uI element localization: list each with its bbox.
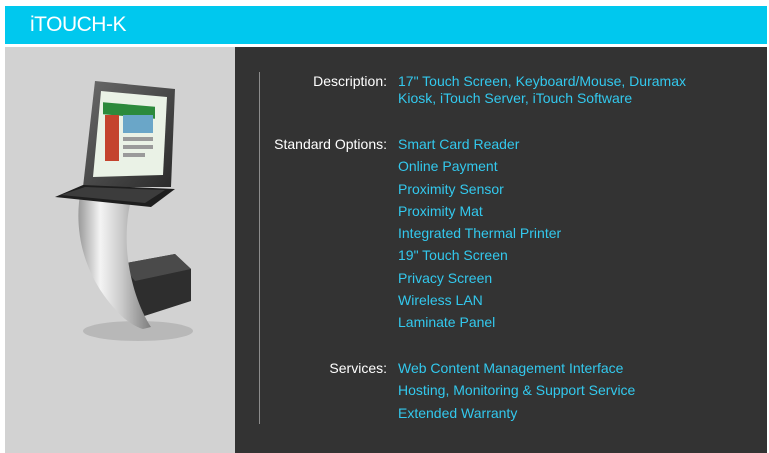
header-bar: iTOUCH-K (5, 6, 767, 44)
product-details-panel: Description: 17" Touch Screen, Keyboard/… (235, 47, 767, 453)
touch-kiosk-illustration-icon (55, 81, 193, 341)
service-extended-warranty: Extended Warranty (398, 404, 518, 421)
description-line: 17" Touch Screen, Keyboard/Mouse, Durama… (398, 73, 686, 89)
option-online-payment: Online Payment (398, 158, 498, 175)
services-list: Web Content Management Interface Hosting… (398, 357, 635, 424)
option-wireless-lan: Wireless LAN (398, 292, 483, 309)
description-text: 17" Touch Screen, Keyboard/Mouse, Durama… (398, 73, 686, 107)
option-laminate-panel: Laminate Panel (398, 314, 496, 331)
vertical-divider (259, 72, 260, 424)
service-web-content-management: Web Content Management Interface (398, 360, 624, 376)
product-image-panel (5, 47, 235, 453)
option-thermal-printer: Integrated Thermal Printer (398, 225, 562, 242)
option-smart-card-reader: Smart Card Reader (398, 136, 520, 152)
option-proximity-sensor: Proximity Sensor (398, 180, 504, 197)
page-title: iTOUCH-K (30, 13, 126, 36)
option-privacy-screen: Privacy Screen (398, 269, 493, 286)
services-label: Services: (329, 360, 387, 376)
service-hosting-monitoring-support: Hosting, Monitoring & Support Service (398, 382, 636, 399)
option-proximity-mat: Proximity Mat (398, 202, 483, 219)
standard-options-list: Smart Card Reader Online Payment Proximi… (398, 133, 561, 334)
option-19-touch-screen: 19" Touch Screen (398, 247, 508, 264)
standard-options-label: Standard Options: (274, 136, 387, 152)
description-label: Description: (313, 73, 387, 89)
description-line: Kiosk, iTouch Server, iTouch Software (398, 90, 633, 106)
